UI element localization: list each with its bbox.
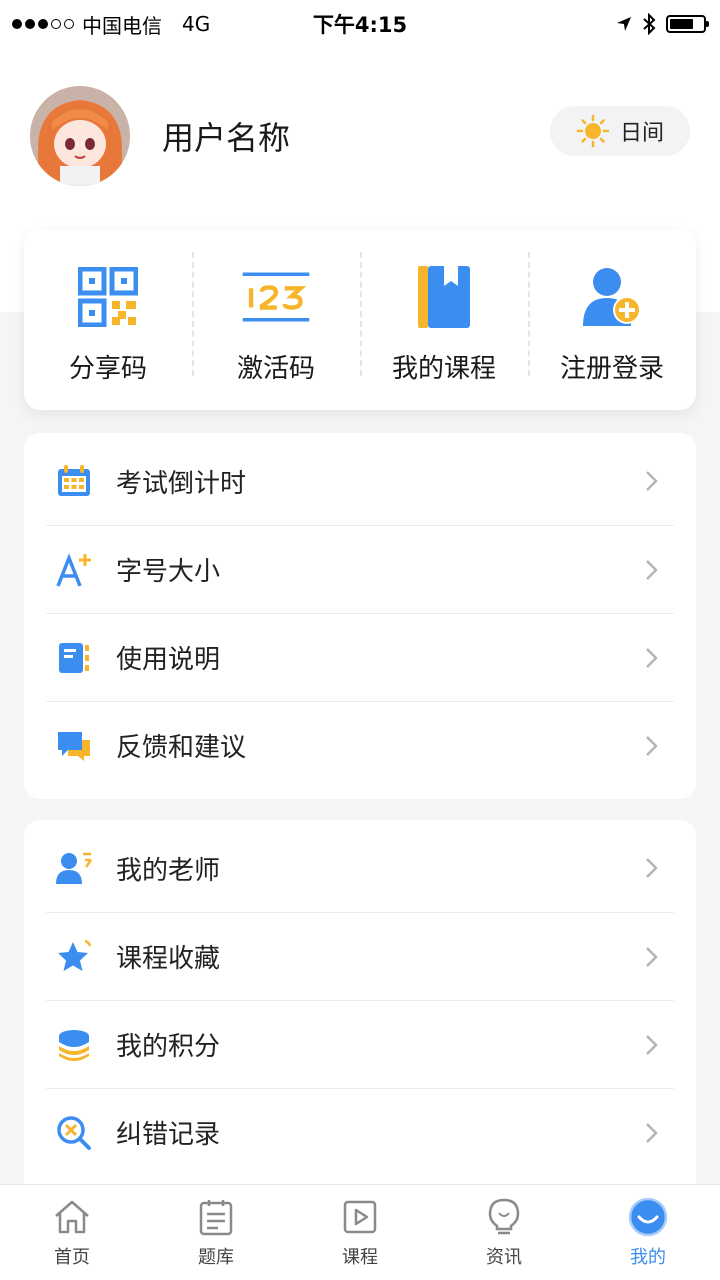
location-arrow-icon (617, 17, 631, 31)
bottom-tab-bar: 首页 题库 课程 资讯 我的 (0, 1184, 720, 1280)
profile-header: 用户名称 日间 (30, 86, 690, 186)
my-points-label: 我的积分 (116, 1032, 221, 1062)
my-teacher-label: 我的老师 (116, 855, 221, 886)
feedback-item[interactable]: 反馈和建议 (46, 701, 674, 789)
error-search-icon (52, 1111, 96, 1155)
chevron-right-icon (646, 1034, 658, 1055)
coins-icon (52, 1023, 96, 1067)
profile-icon (628, 1197, 668, 1237)
error-records-label: 纠错记录 (116, 1120, 221, 1150)
share-code-button[interactable]: 分享码 (24, 230, 192, 410)
tab-courses-label: 课程 (342, 1247, 378, 1268)
exam-countdown-label: 考试倒计时 (116, 468, 247, 499)
error-records-item[interactable]: 纠错记录 (46, 1088, 674, 1176)
status-bar: 中国电信 4G 下午4:15 (0, 0, 720, 48)
tab-news-label: 资讯 (486, 1247, 522, 1268)
book-icon (409, 262, 479, 332)
quick-actions-card: 分享码 激活码 我的课程 注册登录 (24, 230, 696, 410)
chevron-right-icon (646, 946, 658, 967)
manual-icon (52, 636, 96, 680)
my-courses-button[interactable]: 我的课程 (360, 230, 528, 410)
tab-question-bank-label: 题库 (198, 1247, 234, 1268)
tab-profile[interactable]: 我的 (576, 1185, 720, 1280)
theme-label: 日间 (619, 121, 664, 146)
qr-code-icon (73, 262, 143, 332)
username[interactable]: 用户名称 (162, 113, 290, 159)
feedback-label: 反馈和建议 (116, 733, 247, 763)
exam-countdown-item[interactable]: 考试倒计时 (46, 437, 674, 525)
tab-courses[interactable]: 课程 (288, 1185, 432, 1280)
battery-icon (666, 15, 709, 33)
bluetooth-icon (643, 13, 656, 35)
feedback-icon (52, 724, 96, 768)
user-manual-label: 使用说明 (116, 645, 221, 675)
tab-news[interactable]: 资讯 (432, 1185, 576, 1280)
video-icon (340, 1197, 380, 1237)
question-bank-icon (196, 1197, 236, 1237)
chevron-right-icon (646, 647, 658, 668)
course-favorites-item[interactable]: 课程收藏 (46, 912, 674, 1000)
network-type: 4G (182, 12, 211, 36)
menu-group-2: 我的老师 课程收藏 我的积分 纠错记录 (24, 820, 696, 1200)
add-user-icon (577, 262, 647, 332)
day-night-toggle[interactable]: 日间 (550, 106, 690, 156)
menu-group-1: 考试倒计时 字号大小 使用说明 反馈和建议 (24, 433, 696, 799)
tab-home-label: 首页 (54, 1247, 90, 1268)
my-courses-label: 我的课程 (391, 354, 496, 384)
signal-strength-icon (12, 19, 74, 29)
activation-code-label: 激活码 (236, 354, 315, 384)
share-code-label: 分享码 (68, 354, 147, 384)
chevron-right-icon (646, 858, 658, 878)
chevron-right-icon (646, 1122, 658, 1143)
teacher-icon (52, 846, 96, 890)
course-favorites-label: 课程收藏 (116, 944, 221, 974)
avatar[interactable] (30, 86, 130, 186)
status-right (616, 13, 709, 35)
font-size-icon (52, 548, 96, 592)
activation-code-button[interactable]: 激活码 (192, 230, 360, 410)
star-icon (52, 935, 96, 979)
font-size-item[interactable]: 字号大小 (46, 525, 674, 613)
tab-home[interactable]: 首页 (0, 1185, 144, 1280)
register-login-button[interactable]: 注册登录 (528, 230, 696, 410)
my-teacher-item[interactable]: 我的老师 (46, 824, 674, 912)
status-left: 中国电信 4G (12, 10, 210, 39)
sun-icon (576, 114, 610, 148)
chevron-right-icon (646, 559, 658, 580)
calendar-icon (52, 459, 96, 503)
tab-question-bank[interactable]: 题库 (144, 1185, 288, 1280)
tab-profile-label: 我的 (630, 1247, 666, 1268)
lightbulb-icon (484, 1197, 524, 1237)
my-points-item[interactable]: 我的积分 (46, 1000, 674, 1088)
activation-code-icon (241, 262, 311, 332)
register-login-label: 注册登录 (559, 354, 664, 384)
carrier-name: 中国电信 (82, 13, 162, 38)
user-manual-item[interactable]: 使用说明 (46, 613, 674, 701)
chevron-right-icon (646, 735, 658, 756)
chevron-right-icon (646, 471, 658, 491)
font-size-label: 字号大小 (116, 557, 221, 587)
home-icon (52, 1197, 92, 1237)
